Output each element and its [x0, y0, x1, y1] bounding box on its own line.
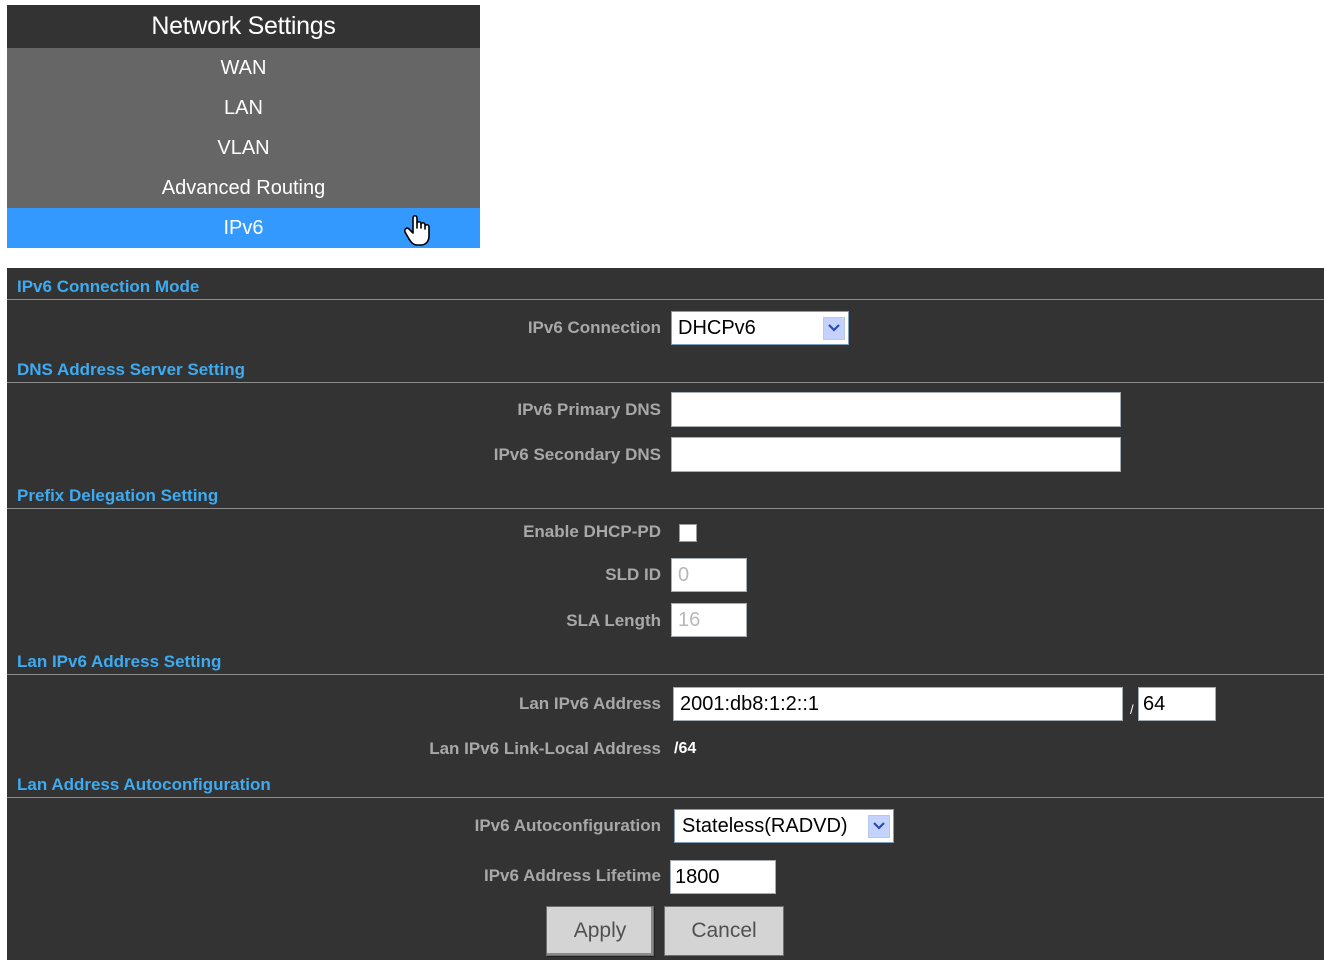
- primary-dns-input[interactable]: [671, 392, 1121, 427]
- lifetime-input[interactable]: [670, 860, 776, 894]
- menu-title: Network Settings: [7, 5, 480, 48]
- menu-item-lan[interactable]: LAN: [7, 88, 480, 128]
- lan-ipv6-prefix-input[interactable]: [1138, 687, 1216, 721]
- ipv6-connection-select[interactable]: DHCPv6: [671, 311, 849, 345]
- link-local-value: /64: [674, 740, 697, 757]
- primary-dns-label: IPv6 Primary DNS: [517, 400, 661, 419]
- ipv6-connection-value: DHCPv6: [678, 316, 756, 339]
- menu-item-ipv6[interactable]: IPv6: [7, 208, 480, 248]
- sla-length-label: SLA Length: [566, 611, 661, 630]
- lan-ipv6-address-input[interactable]: [673, 687, 1123, 721]
- autoconfiguration-select[interactable]: Stateless(RADVD): [674, 809, 894, 843]
- prefix-separator: /: [1130, 702, 1134, 717]
- secondary-dns-label: IPv6 Secondary DNS: [493, 445, 661, 464]
- menu-item-ipv6-label: IPv6: [223, 216, 264, 239]
- section-title-prefix-delegation: Prefix Delegation Setting: [17, 486, 219, 505]
- section-title-lan-address: Lan IPv6 Address Setting: [17, 652, 222, 671]
- menu-item-advanced-routing[interactable]: Advanced Routing: [7, 168, 480, 208]
- lifetime-label: IPv6 Address Lifetime: [484, 866, 661, 885]
- enable-dhcp-pd-label: Enable DHCP-PD: [523, 522, 661, 541]
- secondary-dns-input[interactable]: [671, 437, 1121, 472]
- hand-pointer-icon: [404, 214, 430, 246]
- apply-button[interactable]: Apply: [546, 906, 654, 956]
- ipv6-settings-panel: IPv6 Connection Mode IPv6 Connection DHC…: [7, 268, 1324, 960]
- section-divider: [7, 508, 1324, 509]
- section-divider: [7, 299, 1324, 300]
- section-title-dns: DNS Address Server Setting: [17, 360, 245, 379]
- menu-item-wan[interactable]: WAN: [7, 48, 480, 88]
- autoconfiguration-label: IPv6 Autoconfiguration: [474, 816, 661, 835]
- section-title-connection-mode: IPv6 Connection Mode: [17, 277, 200, 296]
- chevron-down-icon: [823, 316, 845, 340]
- chevron-down-icon: [868, 814, 890, 838]
- menu-item-vlan[interactable]: VLAN: [7, 128, 480, 168]
- section-divider: [7, 382, 1324, 383]
- sld-id-input[interactable]: [671, 558, 747, 592]
- section-divider: [7, 674, 1324, 675]
- lan-ipv6-address-label: Lan IPv6 Address: [518, 694, 661, 713]
- autoconfiguration-value: Stateless(RADVD): [682, 814, 848, 837]
- enable-dhcp-pd-checkbox[interactable]: [679, 524, 697, 542]
- link-local-label: Lan IPv6 Link-Local Address: [429, 739, 661, 758]
- sld-id-label: SLD ID: [605, 565, 661, 584]
- cancel-button[interactable]: Cancel: [664, 906, 784, 956]
- network-settings-menu: Network Settings WAN LAN VLAN Advanced R…: [7, 5, 480, 248]
- section-divider: [7, 797, 1324, 798]
- section-title-autoconfiguration: Lan Address Autoconfiguration: [17, 775, 271, 794]
- ipv6-connection-label: IPv6 Connection: [527, 318, 661, 337]
- sla-length-input[interactable]: [671, 603, 747, 637]
